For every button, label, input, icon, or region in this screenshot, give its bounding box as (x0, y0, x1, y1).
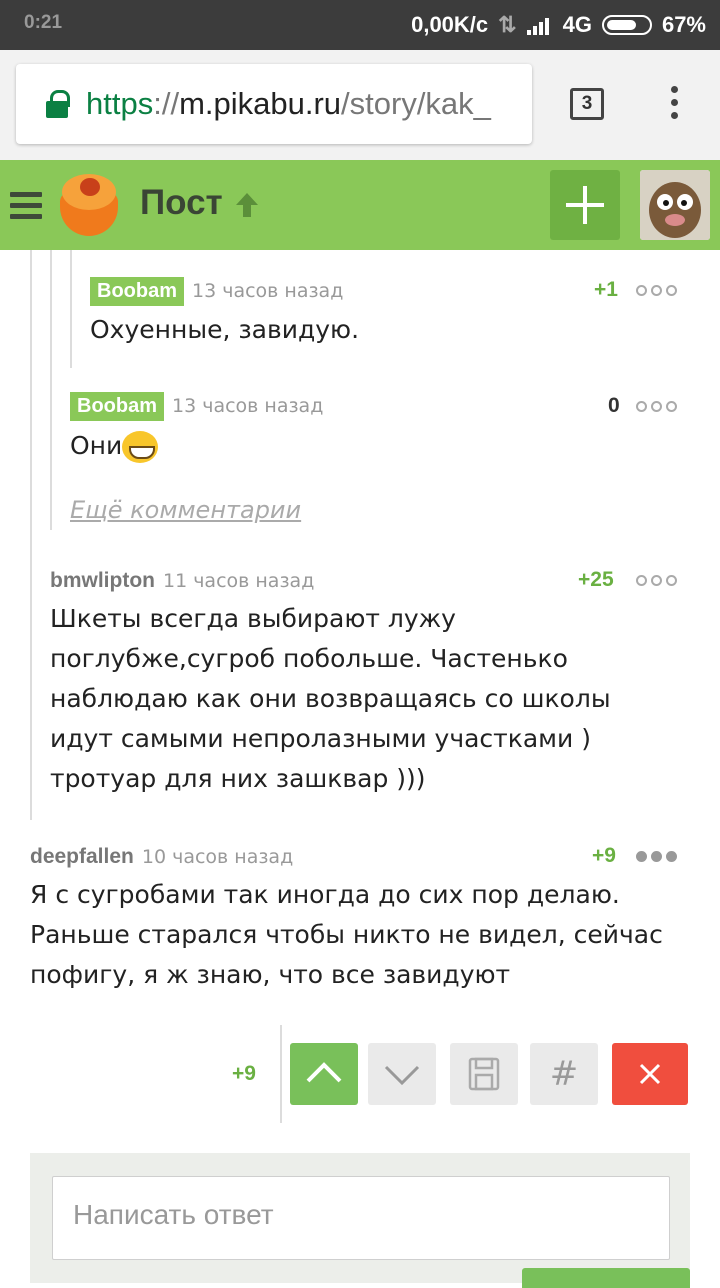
close-icon (639, 1063, 661, 1085)
site-header: Пост (0, 160, 720, 250)
comment-line: наблюдаю как они возвращаясь со школы (50, 684, 611, 713)
network-type: 4G (562, 12, 592, 37)
url-separator: :// (153, 86, 180, 121)
comment-options-icon[interactable] (636, 575, 677, 586)
comment-time: 13 часов назад (172, 395, 324, 417)
battery-percent: 67% (661, 12, 706, 37)
browser-toolbar: https://m.pikabu.ru/story/kak_ 3 (0, 50, 720, 160)
comment-line: Шкеты всегда выбирают лужу (50, 604, 456, 633)
comment-options-icon[interactable] (636, 285, 677, 296)
network-speed: 0,00K/с (411, 12, 489, 37)
chevron-down-icon (384, 1065, 420, 1086)
comment-options-icon[interactable] (636, 851, 677, 862)
chevron-up-icon (306, 1062, 342, 1083)
more-comments-link[interactable]: Ещё комментарии (70, 496, 301, 524)
pikabu-logo[interactable] (56, 172, 122, 238)
comment-author[interactable]: Boobam (70, 391, 164, 421)
page-title: Пост (140, 183, 223, 222)
comment-line: Я с сугробами так иногда до сих пор дела… (30, 880, 620, 909)
lock-icon (46, 90, 70, 118)
comment-time: 13 часов назад (192, 280, 344, 302)
url-scheme: https (86, 86, 154, 121)
comment-line: тротуар для них зашквар ))) (50, 764, 426, 793)
add-post-button[interactable] (550, 170, 620, 240)
close-button[interactable] (612, 1043, 688, 1105)
comment-line: поглубже,сугроб побольше. Частенько (50, 644, 568, 673)
upvote-button[interactable] (290, 1043, 358, 1105)
comment-text-wrap: Они (70, 426, 159, 466)
comment-meta: bmwlipton 11 часов назад (50, 564, 314, 598)
hamburger-menu-icon[interactable] (10, 192, 42, 225)
comment-meta: Boobam 13 часов назад (70, 389, 323, 423)
comment-text: Шкеты всегда выбирают лужу поглубже,сугр… (50, 599, 690, 799)
reply-submit-button[interactable] (522, 1268, 690, 1288)
comment-rating: +1 (594, 278, 618, 301)
tab-switcher-button[interactable]: 3 (570, 88, 604, 120)
url-host: m.pikabu.ru (179, 86, 342, 121)
save-button[interactable] (450, 1043, 518, 1105)
comment-author[interactable]: Boobam (90, 276, 184, 306)
status-time: 0:21 (24, 12, 63, 33)
address-bar[interactable]: https://m.pikabu.ru/story/kak_ (16, 64, 532, 144)
comment-actions: # (0, 1043, 720, 1105)
comment-meta: Boobam 13 часов назад (90, 274, 343, 308)
status-bar: 0:21 0,00K/с ⇅ 4G 67% (0, 0, 720, 50)
comments-area: Boobam 13 часов назад +1 Охуенные, завид… (0, 250, 720, 1288)
comment-time: 10 часов назад (141, 846, 294, 868)
comment-line: Раньше старался чтобы никто не видел, се… (30, 920, 663, 949)
comment-text: Они (70, 431, 123, 460)
comment-rating: +25 (578, 568, 614, 591)
downvote-button[interactable] (368, 1043, 436, 1105)
comment-text: Охуенные, завидую. (90, 315, 360, 344)
reply-panel: Написать ответ (30, 1153, 690, 1283)
comment-rating: 0 (608, 394, 620, 417)
comment-author[interactable]: bmwlipton (50, 569, 155, 593)
comment-time: 11 часов назад (162, 570, 315, 592)
arrow-up-icon[interactable] (232, 190, 262, 220)
comment-options-icon[interactable] (636, 401, 677, 412)
comment-author[interactable]: deepfallen (30, 845, 134, 869)
url-path: /story/kak_ (341, 86, 491, 121)
floppy-disk-icon (468, 1057, 500, 1091)
browser-menu-icon[interactable] (668, 86, 680, 126)
signal-icon (526, 15, 553, 35)
comment-rating: +9 (592, 844, 616, 867)
reply-input[interactable]: Написать ответ (52, 1176, 670, 1260)
data-transfer-icon: ⇅ (498, 12, 517, 37)
comment-line: идут самыми непролазными участками ) (50, 724, 591, 753)
comment-meta: deepfallen 10 часов назад (30, 840, 293, 874)
comment-line: пофигу, я ж знаю, что все завидуют (30, 960, 511, 989)
hash-link-button[interactable]: # (530, 1043, 598, 1105)
status-right: 0,00K/с ⇅ 4G 67% (411, 12, 706, 38)
grinning-emoji-icon (122, 431, 159, 463)
comment-text: Я с сугробами так иногда до сих пор дела… (30, 875, 710, 995)
battery-icon (601, 15, 652, 35)
user-avatar[interactable] (640, 170, 710, 240)
